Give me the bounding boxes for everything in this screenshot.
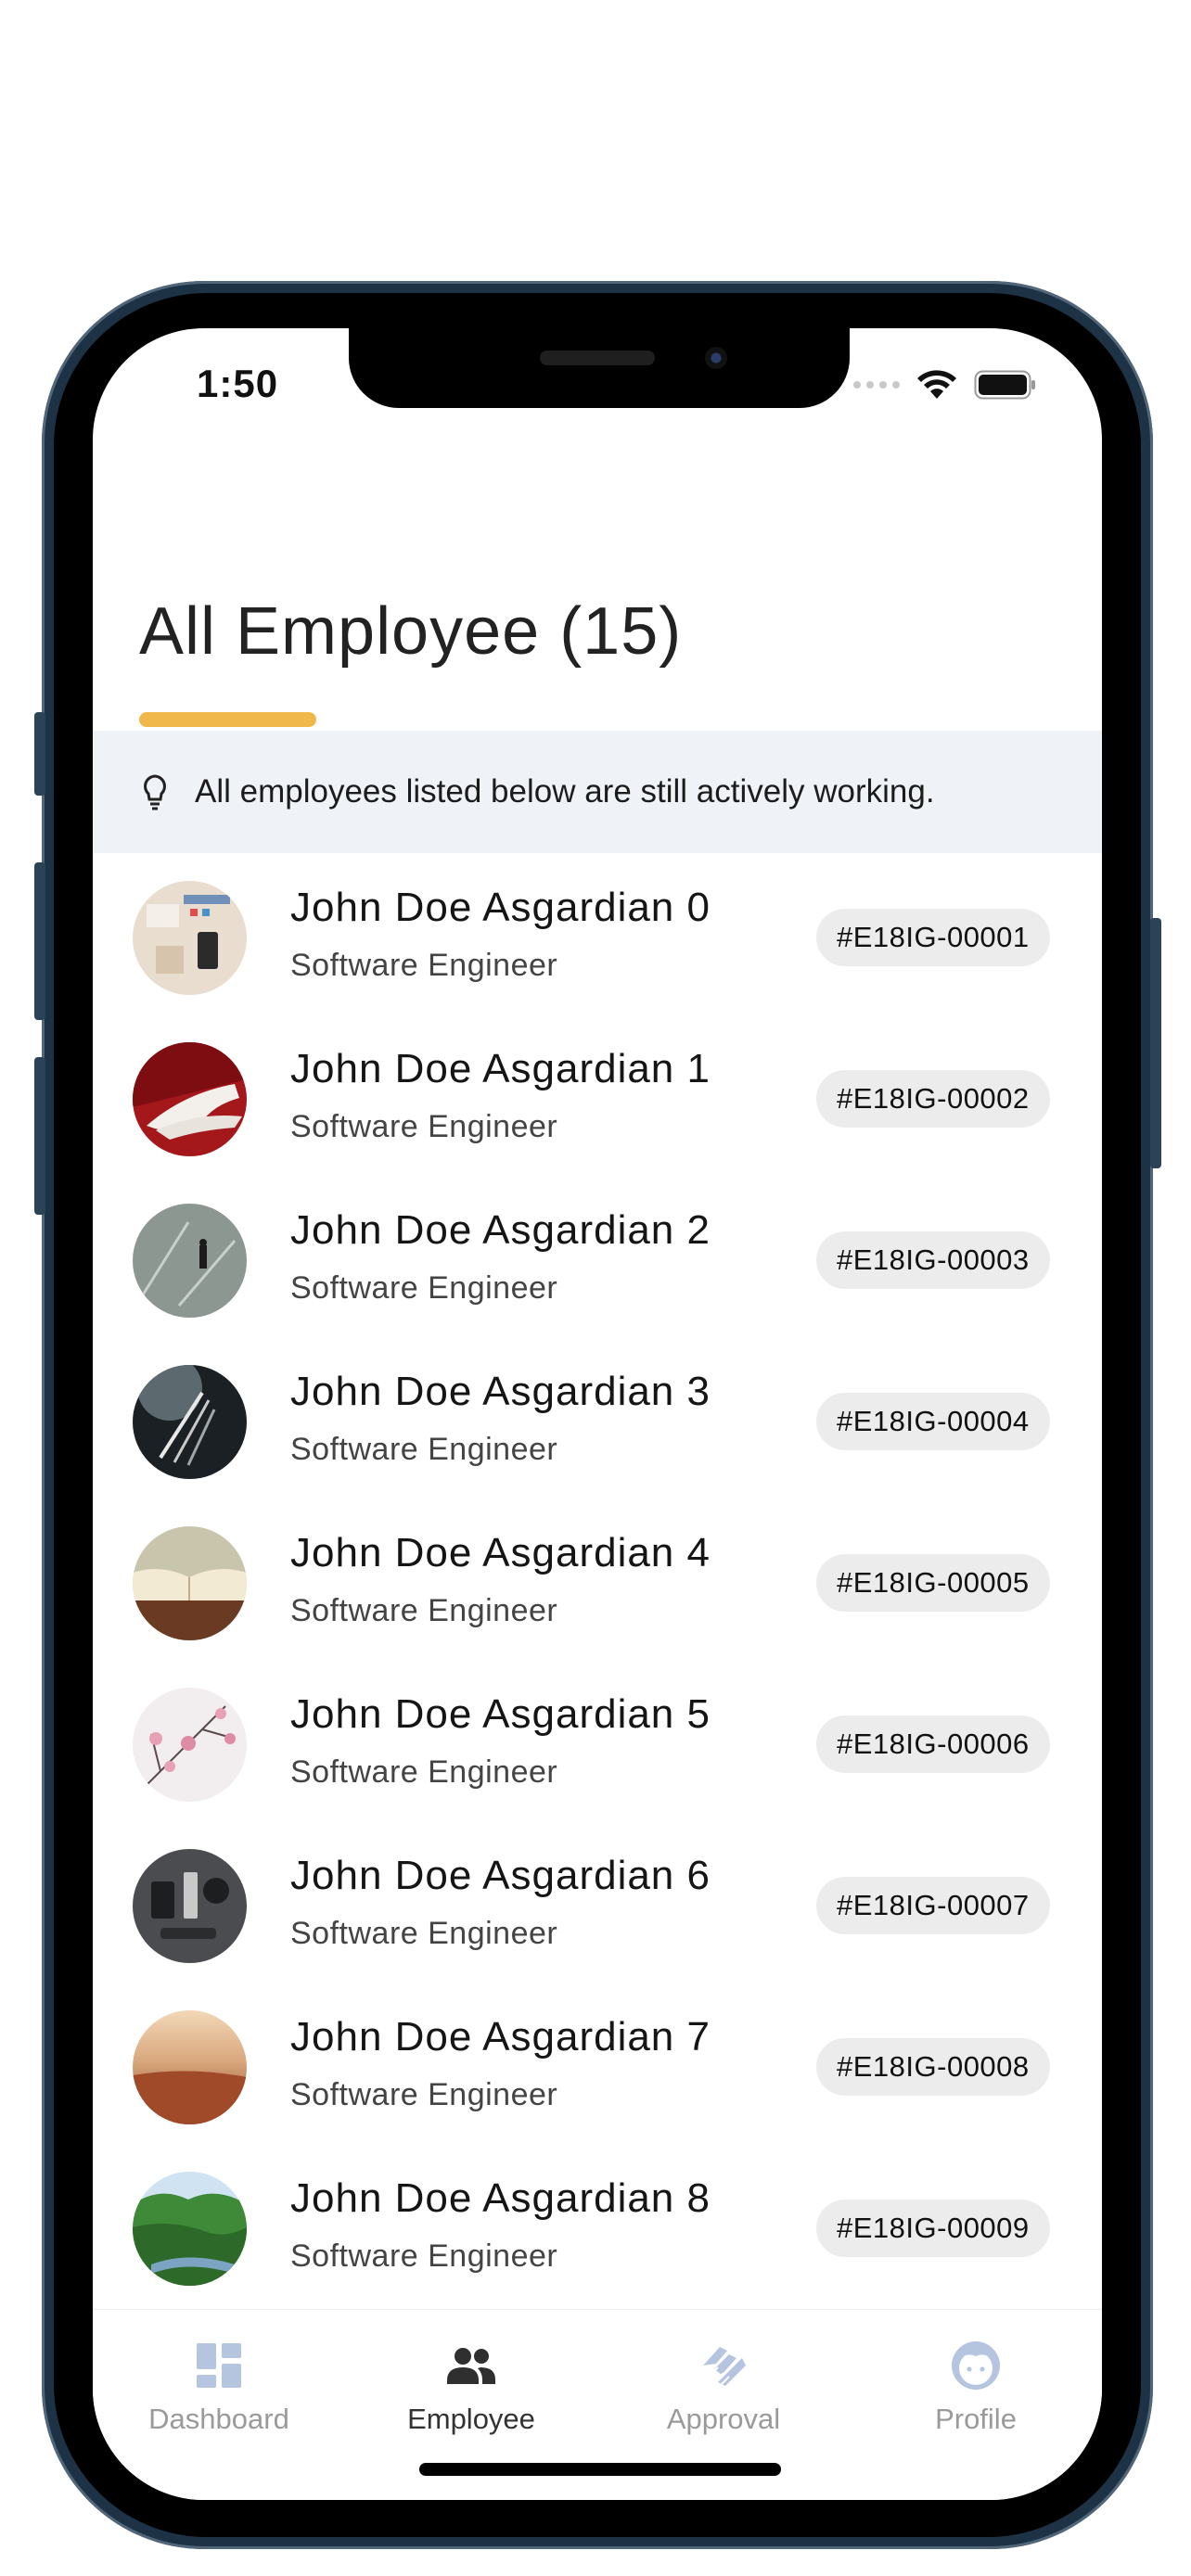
employee-avatar bbox=[133, 2010, 247, 2124]
silent-switch bbox=[34, 712, 45, 796]
employee-row[interactable]: John Doe Asgardian 1 Software Engineer #… bbox=[93, 1014, 1102, 1176]
dashboard-icon bbox=[197, 2343, 241, 2388]
people-icon bbox=[447, 2348, 495, 2384]
employee-row[interactable]: John Doe Asgardian 4 Software Engineer #… bbox=[93, 1498, 1102, 1660]
employee-row[interactable]: John Doe Asgardian 7 Software Engineer #… bbox=[93, 1983, 1102, 2144]
nav-label-dashboard: Dashboard bbox=[148, 2403, 289, 2435]
employee-role: Software Engineer bbox=[290, 1754, 558, 1790]
employee-name: John Doe Asgardian 3 bbox=[290, 1369, 711, 1414]
employee-role: Software Engineer bbox=[290, 2238, 558, 2274]
notch bbox=[349, 328, 850, 408]
employee-id-badge: #E18IG-00008 bbox=[816, 2038, 1050, 2096]
employee-row[interactable]: John Doe Asgardian 5 Software Engineer #… bbox=[93, 1660, 1102, 1821]
nav-label-profile: Profile bbox=[935, 2403, 1017, 2435]
employee-role: Software Engineer bbox=[290, 1593, 558, 1628]
employee-id-badge: #E18IG-00006 bbox=[816, 1715, 1050, 1773]
employee-role: Software Engineer bbox=[290, 2077, 558, 2112]
employee-row[interactable]: John Doe Asgardian 8 Software Engineer #… bbox=[93, 2144, 1102, 2305]
status-time: 1:50 bbox=[197, 362, 279, 405]
employee-list: John Doe Asgardian 0 Software Engineer #… bbox=[93, 853, 1102, 2305]
nav-item-profile[interactable]: Profile bbox=[850, 2338, 1102, 2436]
signal-dots-icon bbox=[853, 381, 900, 389]
employee-avatar bbox=[133, 1526, 247, 1640]
employee-avatar bbox=[133, 1204, 247, 1318]
employee-role: Software Engineer bbox=[290, 948, 558, 983]
face-icon bbox=[952, 2341, 1000, 2390]
info-banner-text: All employees listed below are still act… bbox=[195, 773, 935, 810]
power-button bbox=[1150, 918, 1161, 1168]
volume-up-button bbox=[34, 862, 45, 1020]
employee-role: Software Engineer bbox=[290, 1432, 558, 1467]
employee-role: Software Engineer bbox=[290, 1109, 558, 1144]
employee-name: John Doe Asgardian 5 bbox=[290, 1691, 711, 1737]
employee-avatar bbox=[133, 1042, 247, 1156]
page-title: All Employee (15) bbox=[139, 594, 683, 669]
title-underline bbox=[139, 712, 316, 727]
employee-name: John Doe Asgardian 4 bbox=[290, 1530, 711, 1575]
employee-row[interactable]: John Doe Asgardian 0 Software Engineer #… bbox=[93, 853, 1102, 1014]
employee-id-badge: #E18IG-00005 bbox=[816, 1554, 1050, 1612]
employee-name: John Doe Asgardian 0 bbox=[290, 885, 711, 930]
employee-role: Software Engineer bbox=[290, 1916, 558, 1951]
info-banner: All employees listed below are still act… bbox=[93, 731, 1102, 853]
nav-label-approval: Approval bbox=[666, 2403, 781, 2435]
employee-row[interactable]: John Doe Asgardian 3 Software Engineer #… bbox=[93, 1337, 1102, 1498]
employee-avatar bbox=[133, 2172, 247, 2286]
battery-icon bbox=[974, 370, 1035, 400]
nav-item-approval[interactable]: Approval bbox=[597, 2338, 850, 2436]
employee-name: John Doe Asgardian 6 bbox=[290, 1853, 711, 1898]
lightbulb-icon bbox=[144, 774, 166, 810]
employee-id-badge: #E18IG-00009 bbox=[816, 2200, 1050, 2257]
employee-id-badge: #E18IG-00003 bbox=[816, 1231, 1050, 1289]
status-icons bbox=[853, 369, 1037, 401]
employee-id-badge: #E18IG-00004 bbox=[816, 1393, 1050, 1450]
wifi-icon bbox=[917, 370, 956, 399]
employee-name: John Doe Asgardian 2 bbox=[290, 1207, 711, 1253]
employee-role: Software Engineer bbox=[290, 1270, 558, 1306]
app-screen: 1:50 All Employee (15) All employees lis… bbox=[93, 328, 1102, 2500]
nav-label-employee: Employee bbox=[407, 2403, 535, 2435]
stage: 1:50 All Employee (15) All employees lis… bbox=[0, 0, 1191, 2576]
employee-row[interactable]: John Doe Asgardian 2 Software Engineer #… bbox=[93, 1176, 1102, 1337]
nav-item-employee[interactable]: Employee bbox=[345, 2338, 597, 2436]
employee-name: John Doe Asgardian 8 bbox=[290, 2175, 711, 2221]
employee-row[interactable]: John Doe Asgardian 6 Software Engineer #… bbox=[93, 1821, 1102, 1983]
handshake-icon bbox=[703, 2347, 746, 2386]
employee-avatar bbox=[133, 1688, 247, 1802]
employee-name: John Doe Asgardian 1 bbox=[290, 1046, 711, 1091]
employee-name: John Doe Asgardian 7 bbox=[290, 2014, 711, 2060]
employee-id-badge: #E18IG-00002 bbox=[816, 1070, 1050, 1128]
home-indicator[interactable] bbox=[419, 2463, 781, 2476]
employee-id-badge: #E18IG-00001 bbox=[816, 909, 1050, 966]
employee-avatar bbox=[133, 881, 247, 995]
employee-avatar bbox=[133, 1365, 247, 1479]
employee-id-badge: #E18IG-00007 bbox=[816, 1877, 1050, 1934]
volume-down-button bbox=[34, 1057, 45, 1215]
employee-avatar bbox=[133, 1849, 247, 1963]
nav-item-dashboard[interactable]: Dashboard bbox=[93, 2338, 345, 2436]
